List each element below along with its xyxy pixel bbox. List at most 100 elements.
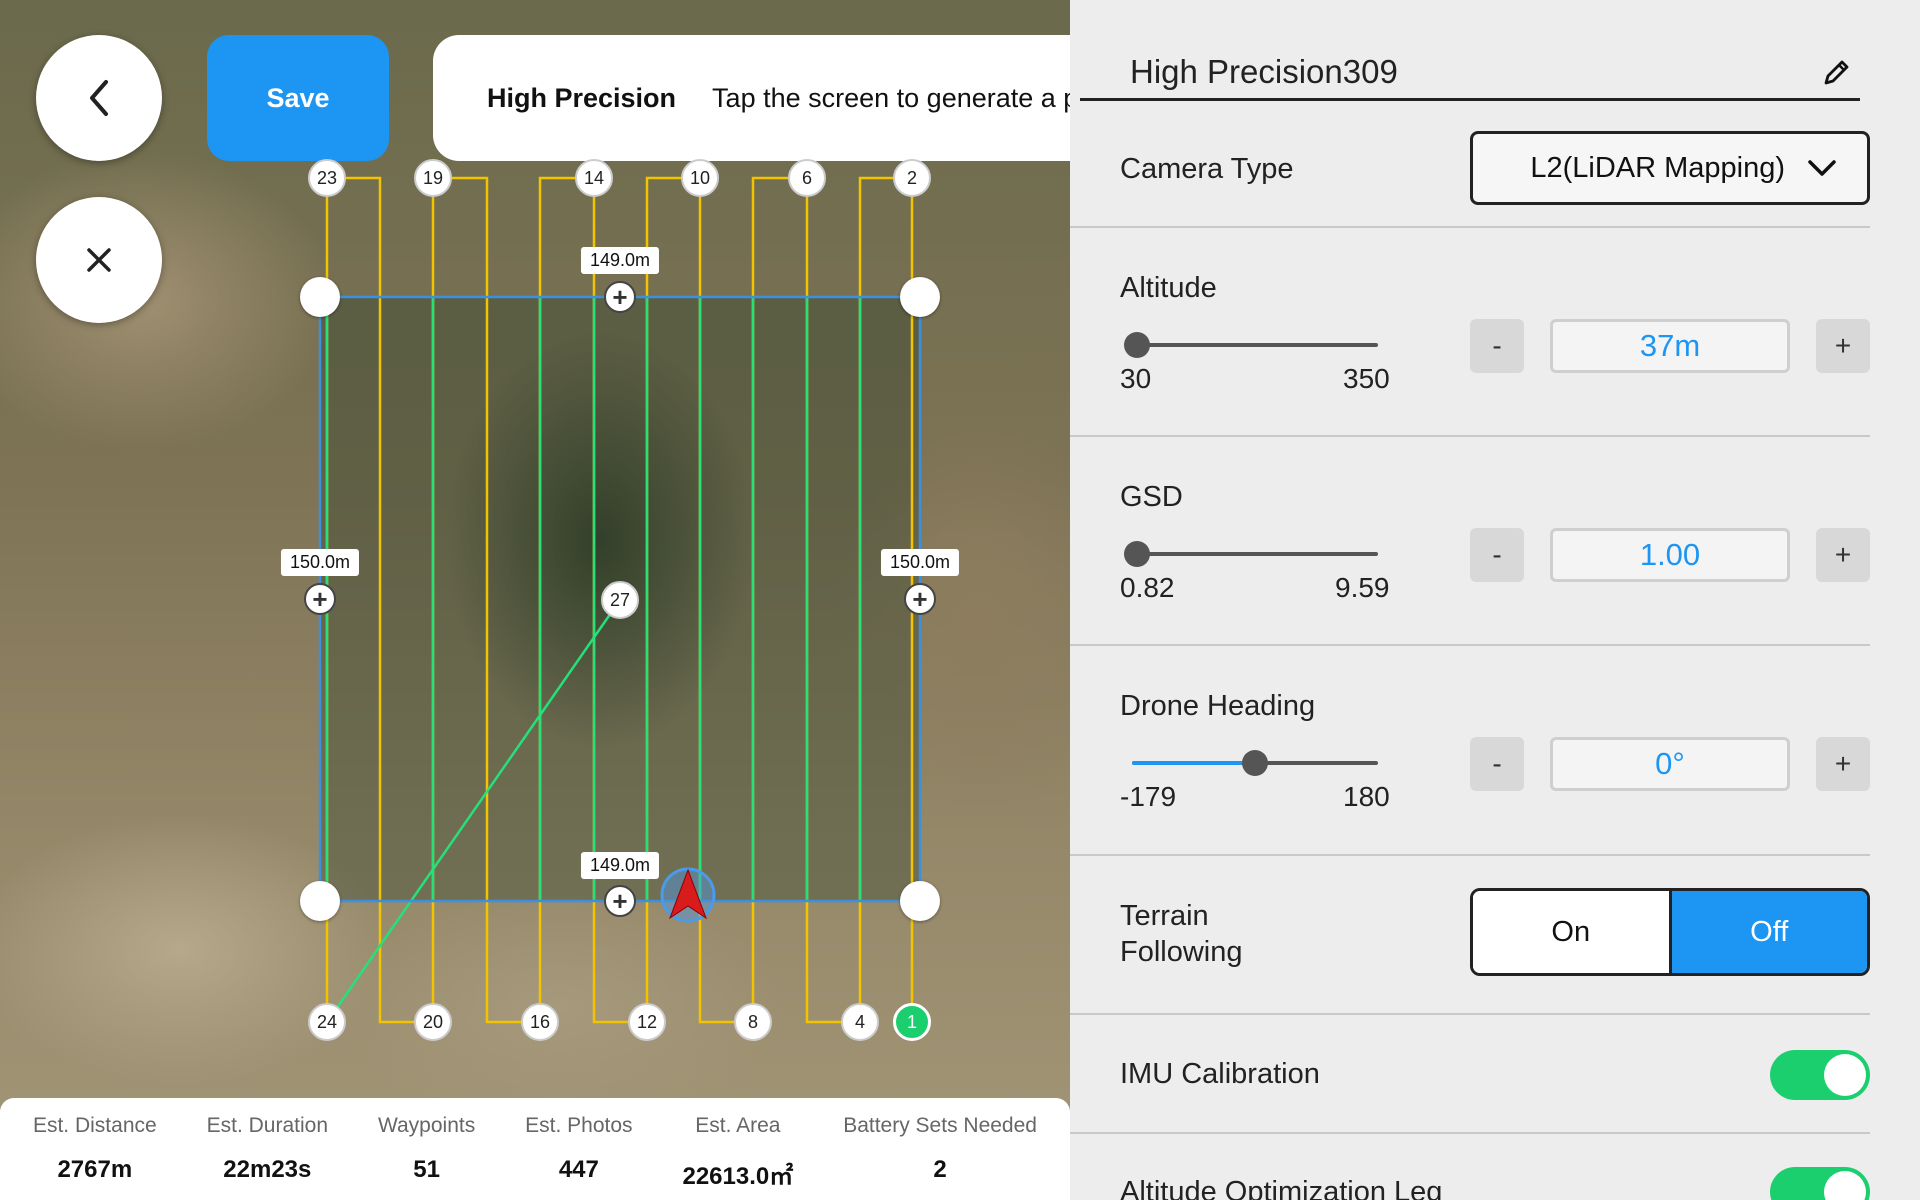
corner-handle-top-left[interactable]: [300, 277, 340, 317]
stat-photos: Est. Photos 447: [525, 1114, 632, 1200]
stat-value: 22613.0㎡: [682, 1163, 794, 1190]
waypoint-marker[interactable]: 14: [575, 159, 613, 197]
camera-type-label: Camera Type: [1120, 153, 1294, 185]
terrain-on-option[interactable]: On: [1473, 891, 1672, 973]
gsd-label: GSD: [1120, 481, 1183, 513]
stat-value: 2767m: [57, 1156, 133, 1183]
add-vertex-right[interactable]: +: [904, 583, 936, 615]
edge-length-top: 149.0m: [580, 247, 660, 274]
mode-banner: High Precision Tap the screen to generat…: [433, 35, 1070, 161]
switch-thumb: [1824, 1054, 1866, 1096]
add-vertex-top[interactable]: +: [604, 281, 636, 313]
stat-value: 22m23s: [223, 1156, 312, 1183]
waypoint-marker[interactable]: 6: [788, 159, 826, 197]
gsd-decrement-button[interactable]: -: [1470, 528, 1524, 582]
stat-value: 447: [558, 1156, 599, 1183]
corner-handle-top-right[interactable]: [900, 277, 940, 317]
pencil-icon[interactable]: [1820, 57, 1852, 89]
terrain-label-line2: Following: [1120, 936, 1243, 968]
stat-value: 51: [413, 1156, 440, 1183]
stat-key: Waypoints: [377, 1114, 476, 1137]
altitude-min: 30: [1120, 363, 1152, 394]
waypoint-marker[interactable]: 16: [521, 1003, 559, 1041]
divider: [1070, 1132, 1870, 1134]
slider-knob[interactable]: [1123, 541, 1150, 567]
gsd-max: 9.59: [1335, 572, 1390, 603]
waypoint-marker[interactable]: 27: [601, 581, 639, 619]
waypoint-marker[interactable]: 23: [308, 159, 346, 197]
waypoint-marker[interactable]: 10: [681, 159, 719, 197]
altitude-max: 350: [1343, 363, 1390, 394]
heading-max: 180: [1343, 781, 1390, 812]
divider: [1070, 435, 1870, 437]
imu-calibration-switch[interactable]: [1770, 1050, 1870, 1100]
heading-label: Drone Heading: [1120, 690, 1316, 722]
save-button[interactable]: Save: [207, 35, 389, 161]
divider: [1070, 644, 1870, 646]
stat-waypoints: Waypoints 51: [378, 1114, 475, 1200]
imu-calibration-label: IMU Calibration: [1120, 1058, 1320, 1090]
slider-fill: [1132, 761, 1255, 765]
add-vertex-left[interactable]: +: [304, 583, 336, 615]
altitude-decrement-button[interactable]: -: [1470, 319, 1524, 373]
stat-battery: Battery Sets Needed 2: [843, 1114, 1037, 1200]
back-button[interactable]: [36, 35, 162, 161]
divider: [1070, 1013, 1870, 1015]
stat-key: Est. Area: [695, 1114, 781, 1137]
waypoint-marker[interactable]: 24: [308, 1003, 346, 1041]
stat-duration: Est. Duration 22m23s: [207, 1114, 328, 1200]
mission-stats-bar: Est. Distance 2767m Est. Duration 22m23s…: [0, 1098, 1070, 1200]
map-view[interactable]: Save High Precision Tap the screen to ge…: [0, 0, 1070, 1200]
stat-area: Est. Area 22613.0㎡: [682, 1114, 793, 1200]
slider-knob[interactable]: [1123, 332, 1150, 358]
waypoint-marker[interactable]: 12: [628, 1003, 666, 1041]
slider-knob[interactable]: [1242, 750, 1268, 776]
camera-type-value: L2(LiDAR Mapping): [1530, 151, 1785, 184]
chevron-down-icon: [1808, 160, 1836, 176]
edge-length-right: 150.0m: [880, 549, 960, 576]
camera-type-dropdown[interactable]: L2(LiDAR Mapping): [1470, 131, 1870, 205]
gsd-increment-button[interactable]: +: [1816, 528, 1870, 582]
terrain-label-line1: Terrain: [1120, 900, 1209, 932]
chevron-left-icon: [90, 80, 108, 116]
waypoint-marker[interactable]: 8: [734, 1003, 772, 1041]
mission-name: High Precision309: [1130, 53, 1398, 90]
gsd-min: 0.82: [1120, 572, 1175, 603]
altitude-optimization-switch[interactable]: [1770, 1167, 1870, 1200]
waypoint-marker[interactable]: 4: [841, 1003, 879, 1041]
divider: [1070, 854, 1870, 856]
altitude-increment-button[interactable]: +: [1816, 319, 1870, 373]
gsd-value-field[interactable]: 1.00: [1550, 528, 1790, 582]
waypoint-marker[interactable]: 2: [893, 159, 931, 197]
altitude-optimization-label: Altitude Optimization Leg: [1120, 1176, 1443, 1200]
altitude-value-field[interactable]: 37m: [1550, 319, 1790, 373]
settings-panel: High Precision309 Camera Type L2(LiDAR M…: [1070, 0, 1920, 1200]
waypoint-marker[interactable]: 20: [414, 1003, 452, 1041]
heading-decrement-button[interactable]: -: [1470, 737, 1524, 791]
heading-min: -179: [1120, 781, 1177, 812]
stat-key: Battery Sets Needed: [843, 1114, 1037, 1137]
stat-value: 2: [933, 1156, 947, 1183]
terrain-following-toggle[interactable]: On Off: [1470, 888, 1870, 976]
stat-key: Est. Photos: [525, 1114, 633, 1137]
close-button[interactable]: [36, 197, 162, 323]
divider: [1070, 226, 1870, 228]
waypoint-marker[interactable]: 19: [414, 159, 452, 197]
heading-increment-button[interactable]: +: [1816, 737, 1870, 791]
heading-slider[interactable]: [1132, 750, 1378, 776]
mission-name-field[interactable]: High Precision309: [1080, 45, 1860, 101]
corner-handle-bottom-right[interactable]: [900, 881, 940, 921]
mode-label: High Precision: [487, 82, 677, 113]
terrain-off-option[interactable]: Off: [1671, 891, 1867, 973]
edge-length-left: 150.0m: [280, 549, 360, 576]
altitude-slider[interactable]: [1123, 332, 1378, 358]
heading-value-field[interactable]: 0°: [1550, 737, 1790, 791]
edge-length-bottom: 149.0m: [580, 852, 660, 879]
stat-key: Est. Duration: [206, 1114, 329, 1137]
waypoint-start-marker[interactable]: 1: [893, 1003, 931, 1041]
add-vertex-bottom[interactable]: +: [604, 885, 636, 917]
switch-thumb: [1824, 1171, 1866, 1200]
gsd-slider[interactable]: [1123, 541, 1378, 567]
corner-handle-bottom-left[interactable]: [300, 881, 340, 921]
hint-text: Tap the screen to generate a po: [712, 82, 1070, 113]
